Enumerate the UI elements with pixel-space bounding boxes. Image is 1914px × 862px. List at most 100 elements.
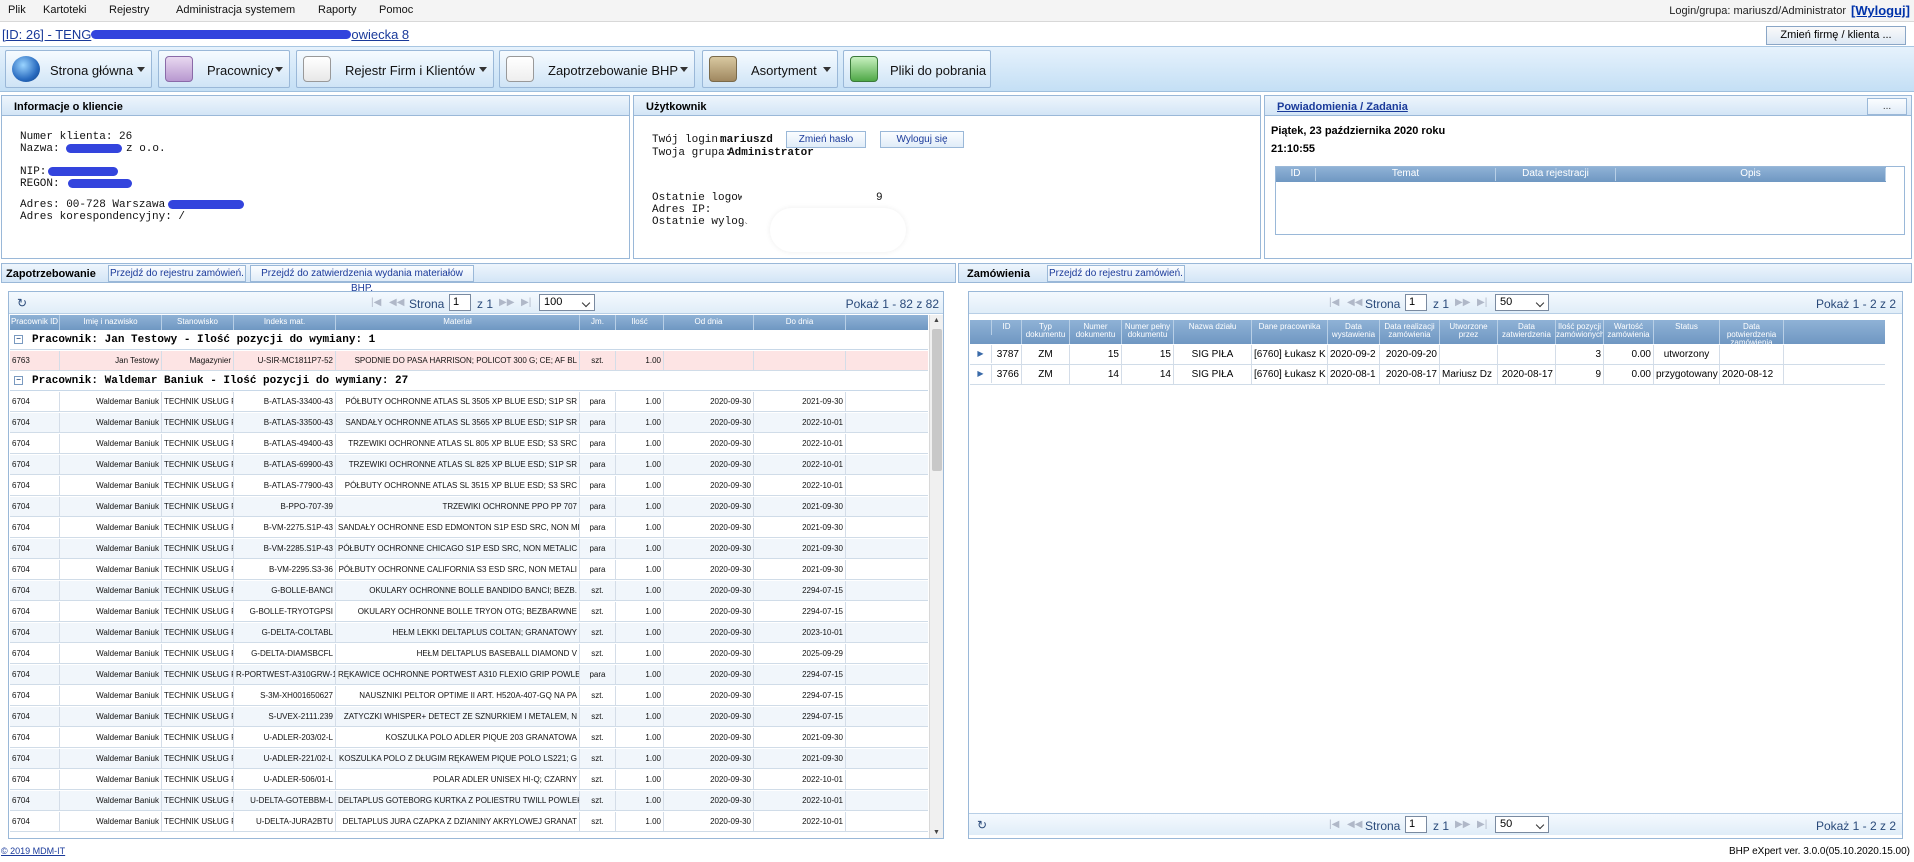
- prev-page-icon[interactable]: ◀◀: [1347, 819, 1362, 830]
- orders-registry-button[interactable]: Przejdź do rejestru zamówień.: [1047, 265, 1185, 282]
- zap-page-size-select[interactable]: 100: [539, 294, 595, 311]
- table-row[interactable]: 6704 Waldemar Baniuk TECHNIK USŁUG F B-ATLA…: [10, 455, 928, 475]
- orders-col-header[interactable]: Data wystawienia: [1328, 320, 1380, 344]
- nav-register-button[interactable]: Rejestr Firm i Klientów: [296, 50, 494, 88]
- zap-col-header[interactable]: Indeks mat.: [234, 315, 336, 330]
- logout-button[interactable]: Wyloguj się: [880, 131, 964, 148]
- zap-col-header[interactable]: Ilość: [616, 315, 664, 330]
- orders-col-header[interactable]: Ilość pozycji zamówionych: [1556, 320, 1604, 344]
- prev-page-icon[interactable]: ◀◀: [389, 297, 404, 308]
- orders-col-header[interactable]: Data potwierdzenia zamówienia: [1720, 320, 1784, 344]
- last-page-icon[interactable]: ▶|: [1477, 819, 1487, 830]
- orders-col-header[interactable]: Data realizacji zamówienia: [1380, 320, 1440, 344]
- table-row[interactable]: 6704 Waldemar Baniuk TECHNIK USŁUG F B-ATLA…: [10, 413, 928, 433]
- menu-administracja[interactable]: Administracja systemem: [176, 4, 295, 16]
- orders-page-size-select[interactable]: 50: [1495, 294, 1549, 311]
- orders-col-header[interactable]: Nazwa działu: [1174, 320, 1252, 344]
- table-row[interactable]: 6704 Waldemar Baniuk TECHNIK USŁUG F B-ATLA…: [10, 392, 928, 412]
- orders-col-header[interactable]: Typ dokumentu: [1022, 320, 1070, 344]
- zap-group-2[interactable]: − Pracownik: Waldemar Baniuk - Ilość poz…: [10, 371, 928, 391]
- table-row[interactable]: 6704 Waldemar Baniuk TECHNIK USŁUG F G-BOLL…: [10, 602, 928, 622]
- table-row[interactable]: 6704 Waldemar Baniuk TECHNIK USŁUG F U-DELT…: [10, 812, 928, 832]
- zap-col-header[interactable]: Do dnia: [754, 315, 846, 330]
- last-page-icon[interactable]: ▶|: [1477, 297, 1487, 308]
- table-row[interactable]: 6704 Waldemar Baniuk TECHNIK USŁUG F U-ADLE…: [10, 770, 928, 790]
- zap-scrollbar[interactable]: ▲ ▼: [929, 315, 943, 838]
- table-row[interactable]: 6704 Waldemar Baniuk TECHNIK USŁUG F U-DELT…: [10, 791, 928, 811]
- expand-row-icon[interactable]: ▶: [970, 365, 992, 383]
- table-row[interactable]: 6704 Waldemar Baniuk TECHNIK USŁUG F U-ADLE…: [10, 728, 928, 748]
- table-row[interactable]: ▶ 3766 ZM 14 14 SIG PIŁA [6760] Łukasz K 2020-0…: [970, 365, 1885, 385]
- zap-col-header[interactable]: Od dnia: [664, 315, 754, 330]
- orders-page-size-select-bottom[interactable]: 50: [1495, 816, 1549, 833]
- table-row[interactable]: ▶ 3787 ZM 15 15 SIG PIŁA [6760] Łukasz K 2020-0…: [970, 345, 1885, 365]
- scroll-down-icon[interactable]: ▼: [933, 829, 940, 836]
- copyright-link[interactable]: © 2019 MDM-IT: [1, 846, 65, 856]
- zap-col-header[interactable]: Materiał: [336, 315, 580, 330]
- table-row[interactable]: 6704 Waldemar Baniuk TECHNIK USŁUG F S-UVEX…: [10, 707, 928, 727]
- table-row[interactable]: 6704 Waldemar Baniuk TECHNIK USŁUG F G-DELT…: [10, 644, 928, 664]
- client-id-link[interactable]: [ID: 26] - TENG owiecka 8: [2, 27, 409, 42]
- notif-col-opis[interactable]: Opis: [1616, 168, 1886, 181]
- zap-col-header[interactable]: Stanowisko: [162, 315, 234, 330]
- notif-title-link[interactable]: Powiadomienia / Zadania: [1277, 101, 1408, 113]
- table-row[interactable]: 6704 Waldemar Baniuk TECHNIK USŁUG F B-ATLA…: [10, 434, 928, 454]
- refresh-icon[interactable]: ↻: [17, 296, 27, 310]
- notif-col-id[interactable]: ID: [1276, 168, 1316, 181]
- notif-col-temat[interactable]: Temat: [1316, 168, 1496, 181]
- orders-col-header[interactable]: Numer pełny dokumentu: [1122, 320, 1174, 344]
- change-password-button[interactable]: Zmień hasło: [786, 131, 866, 148]
- table-row[interactable]: 6704 Waldemar Baniuk TECHNIK USŁUG F S-3M-X…: [10, 686, 928, 706]
- logout-link[interactable]: [Wyloguj]: [1851, 3, 1910, 18]
- table-row[interactable]: 6704 Waldemar Baniuk TECHNIK USŁUG F R-PORT…: [10, 665, 928, 685]
- expand-row-icon[interactable]: ▶: [970, 345, 992, 363]
- orders-page-input-bottom[interactable]: 1: [1405, 816, 1427, 833]
- last-page-icon[interactable]: ▶|: [521, 297, 531, 308]
- zap-col-header[interactable]: Jm.: [580, 315, 616, 330]
- next-page-icon[interactable]: ▶▶: [499, 297, 514, 308]
- menu-pomoc[interactable]: Pomoc: [379, 4, 413, 16]
- table-row[interactable]: 6704 Waldemar Baniuk TECHNIK USŁUG F B-VM-2…: [10, 518, 928, 538]
- collapse-icon[interactable]: −: [14, 376, 23, 385]
- zap-orders-button[interactable]: Przejdź do rejestru zamówień.: [108, 265, 246, 282]
- menu-kartoteki[interactable]: Kartoteki: [43, 4, 86, 16]
- menu-plik[interactable]: Plik: [8, 4, 26, 16]
- table-row[interactable]: 6763 Jan Testowy Magazynier U-SIR-MC1811P7-…: [10, 351, 928, 371]
- first-page-icon[interactable]: |◀: [1329, 819, 1339, 830]
- orders-col-header[interactable]: Utworzone przez: [1440, 320, 1498, 344]
- nav-workers-button[interactable]: Pracownicy: [158, 50, 290, 88]
- change-firm-button[interactable]: Zmień firmę / klienta ...: [1766, 26, 1906, 45]
- orders-col-header[interactable]: ID: [992, 320, 1022, 344]
- zap-approve-button[interactable]: Przejdź do zatwierdzenia wydania materia…: [250, 265, 474, 294]
- notif-col-data[interactable]: Data rejestracji: [1496, 168, 1616, 181]
- nav-assortment-button[interactable]: Asortyment: [702, 50, 838, 88]
- menu-rejestry[interactable]: Rejestry: [109, 4, 149, 16]
- zap-group-1[interactable]: − Pracownik: Jan Testowy - Ilość pozycji…: [10, 330, 928, 350]
- nav-home-button[interactable]: Strona główna: [5, 50, 152, 88]
- zap-col-header[interactable]: Pracownik ID: [10, 315, 60, 330]
- notif-more-button[interactable]: ...: [1867, 98, 1907, 115]
- nav-bhp-button[interactable]: Zapotrzebowanie BHP: [499, 50, 695, 88]
- table-row[interactable]: 6704 Waldemar Baniuk TECHNIK USŁUG F G-BOLL…: [10, 581, 928, 601]
- prev-page-icon[interactable]: ◀◀: [1347, 297, 1362, 308]
- next-page-icon[interactable]: ▶▶: [1455, 297, 1470, 308]
- collapse-icon[interactable]: −: [14, 335, 23, 344]
- first-page-icon[interactable]: |◀: [371, 297, 381, 308]
- menu-raporty[interactable]: Raporty: [318, 4, 357, 16]
- table-row[interactable]: 6704 Waldemar Baniuk TECHNIK USŁUG F B-VM-2…: [10, 560, 928, 580]
- table-row[interactable]: 6704 Waldemar Baniuk TECHNIK USŁUG F B-VM-2…: [10, 539, 928, 559]
- next-page-icon[interactable]: ▶▶: [1455, 819, 1470, 830]
- nav-downloads-button[interactable]: Pliki do pobrania: [843, 50, 991, 88]
- orders-col-header[interactable]: Numer dokumentu: [1070, 320, 1122, 344]
- orders-col-header[interactable]: Data zatwierdzenia: [1498, 320, 1556, 344]
- scrollbar-thumb[interactable]: [932, 329, 942, 471]
- table-row[interactable]: 6704 Waldemar Baniuk TECHNIK USŁUG F G-DELT…: [10, 623, 928, 643]
- table-row[interactable]: 6704 Waldemar Baniuk TECHNIK USŁUG F U-ADLE…: [10, 749, 928, 769]
- refresh-icon[interactable]: ↻: [977, 818, 987, 832]
- orders-page-input[interactable]: 1: [1405, 294, 1427, 311]
- zap-page-input[interactable]: 1: [449, 294, 471, 311]
- orders-col-header[interactable]: Dane pracownika: [1252, 320, 1328, 344]
- table-row[interactable]: 6704 Waldemar Baniuk TECHNIK USŁUG F B-PPO-…: [10, 497, 928, 517]
- scroll-up-icon[interactable]: ▲: [933, 317, 940, 324]
- zap-col-header[interactable]: Imię i nazwisko: [60, 315, 162, 330]
